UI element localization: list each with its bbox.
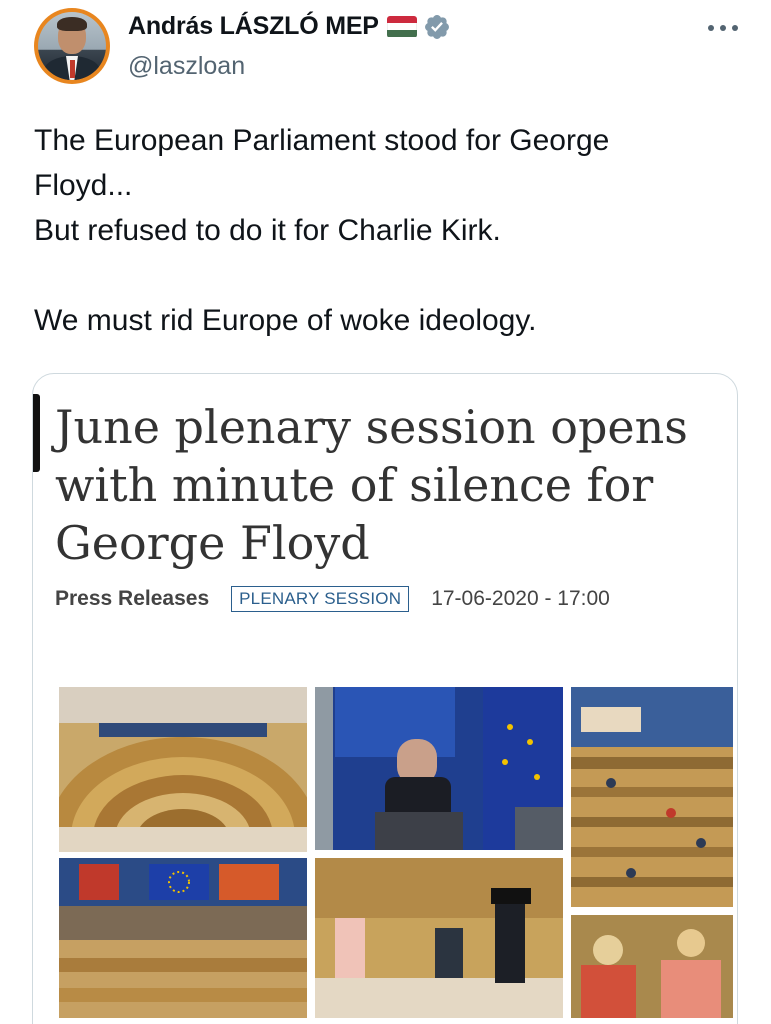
- tweet-line: But refused to do it for Charlie Kirk.: [34, 214, 501, 247]
- press-cameras-photo: [315, 858, 563, 1018]
- tweet-line: Floyd...: [34, 169, 133, 202]
- article-category: Press Releases: [55, 587, 210, 610]
- more-options-icon[interactable]: [706, 22, 740, 34]
- plenary-session-tag: PLENARY SESSION: [231, 586, 410, 612]
- article-title-line: George Floyd: [55, 516, 370, 570]
- chamber-seats-photo: [571, 687, 733, 907]
- article-title-line: with minute of silence for: [55, 458, 654, 512]
- name-row: András LÁSZLÓ MEP: [128, 12, 451, 41]
- article-title: June plenary session opens with minute o…: [55, 398, 725, 572]
- tweet-text: The European Parliament stood for George…: [34, 118, 734, 343]
- hemicycle-wide-photo: [59, 687, 307, 852]
- avatar[interactable]: [34, 8, 110, 84]
- speaker-podium-photo: [315, 687, 563, 850]
- user-handle[interactable]: @laszloan: [128, 52, 245, 81]
- von-der-leyen-photo: [571, 915, 733, 1018]
- article-date: 17-06-2020 - 17:00: [431, 587, 610, 610]
- hungary-flag-icon: [386, 15, 417, 38]
- verified-badge-icon[interactable]: [423, 13, 451, 41]
- article-title-line: June plenary session opens: [55, 400, 688, 454]
- tweet-line: [34, 253, 734, 298]
- tweet-header: András LÁSZLÓ MEP @laszloan: [32, 8, 742, 90]
- attached-image-card[interactable]: June plenary session opens with minute o…: [32, 373, 738, 1024]
- article-meta: Press Releases PLENARY SESSION 17-06-202…: [55, 586, 610, 612]
- tweet-line: We must rid Europe of woke ideology.: [34, 304, 537, 337]
- avatar-photo: [38, 12, 106, 80]
- tweet-line: The European Parliament stood for George: [34, 124, 610, 157]
- display-name[interactable]: András LÁSZLÓ MEP: [128, 12, 379, 41]
- eu-flags-chamber-photo: [59, 858, 307, 1018]
- title-accent-bar: [33, 394, 40, 472]
